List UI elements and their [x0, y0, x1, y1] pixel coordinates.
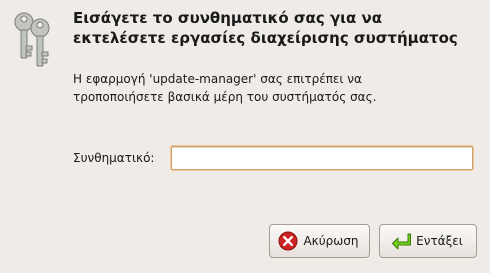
ok-icon [392, 233, 412, 250]
password-label: Συνθηματικό: [73, 151, 155, 165]
dialog-description-line: τροποποιήσετε βασικά μέρη του συστήματός… [73, 90, 377, 104]
dialog-description: Η εφαρμογή 'update-manager' σας επιτρέπε… [73, 70, 478, 106]
dialog-title: Εισάγετε το συνθηματικό σας για να εκτελ… [73, 8, 483, 48]
cancel-icon [278, 231, 298, 251]
cancel-button[interactable]: Ακύρωση [269, 224, 370, 258]
password-input[interactable] [171, 146, 473, 170]
dialog-title-line: Εισάγετε το συνθηματικό σας για να [73, 9, 383, 27]
dialog-description-line: Η εφαρμογή 'update-manager' σας επιτρέπε… [73, 72, 362, 86]
authentication-dialog: Εισάγετε το συνθηματικό σας για να εκτελ… [0, 0, 490, 273]
keys-icon [14, 12, 50, 67]
dialog-title-line: εκτελέσετε εργασίες διαχείρισης συστήματ… [73, 29, 458, 47]
ok-button[interactable]: Εντάξει [379, 224, 477, 258]
cancel-button-label: Ακύρωση [303, 234, 359, 248]
ok-button-label: Εντάξει [416, 234, 463, 248]
